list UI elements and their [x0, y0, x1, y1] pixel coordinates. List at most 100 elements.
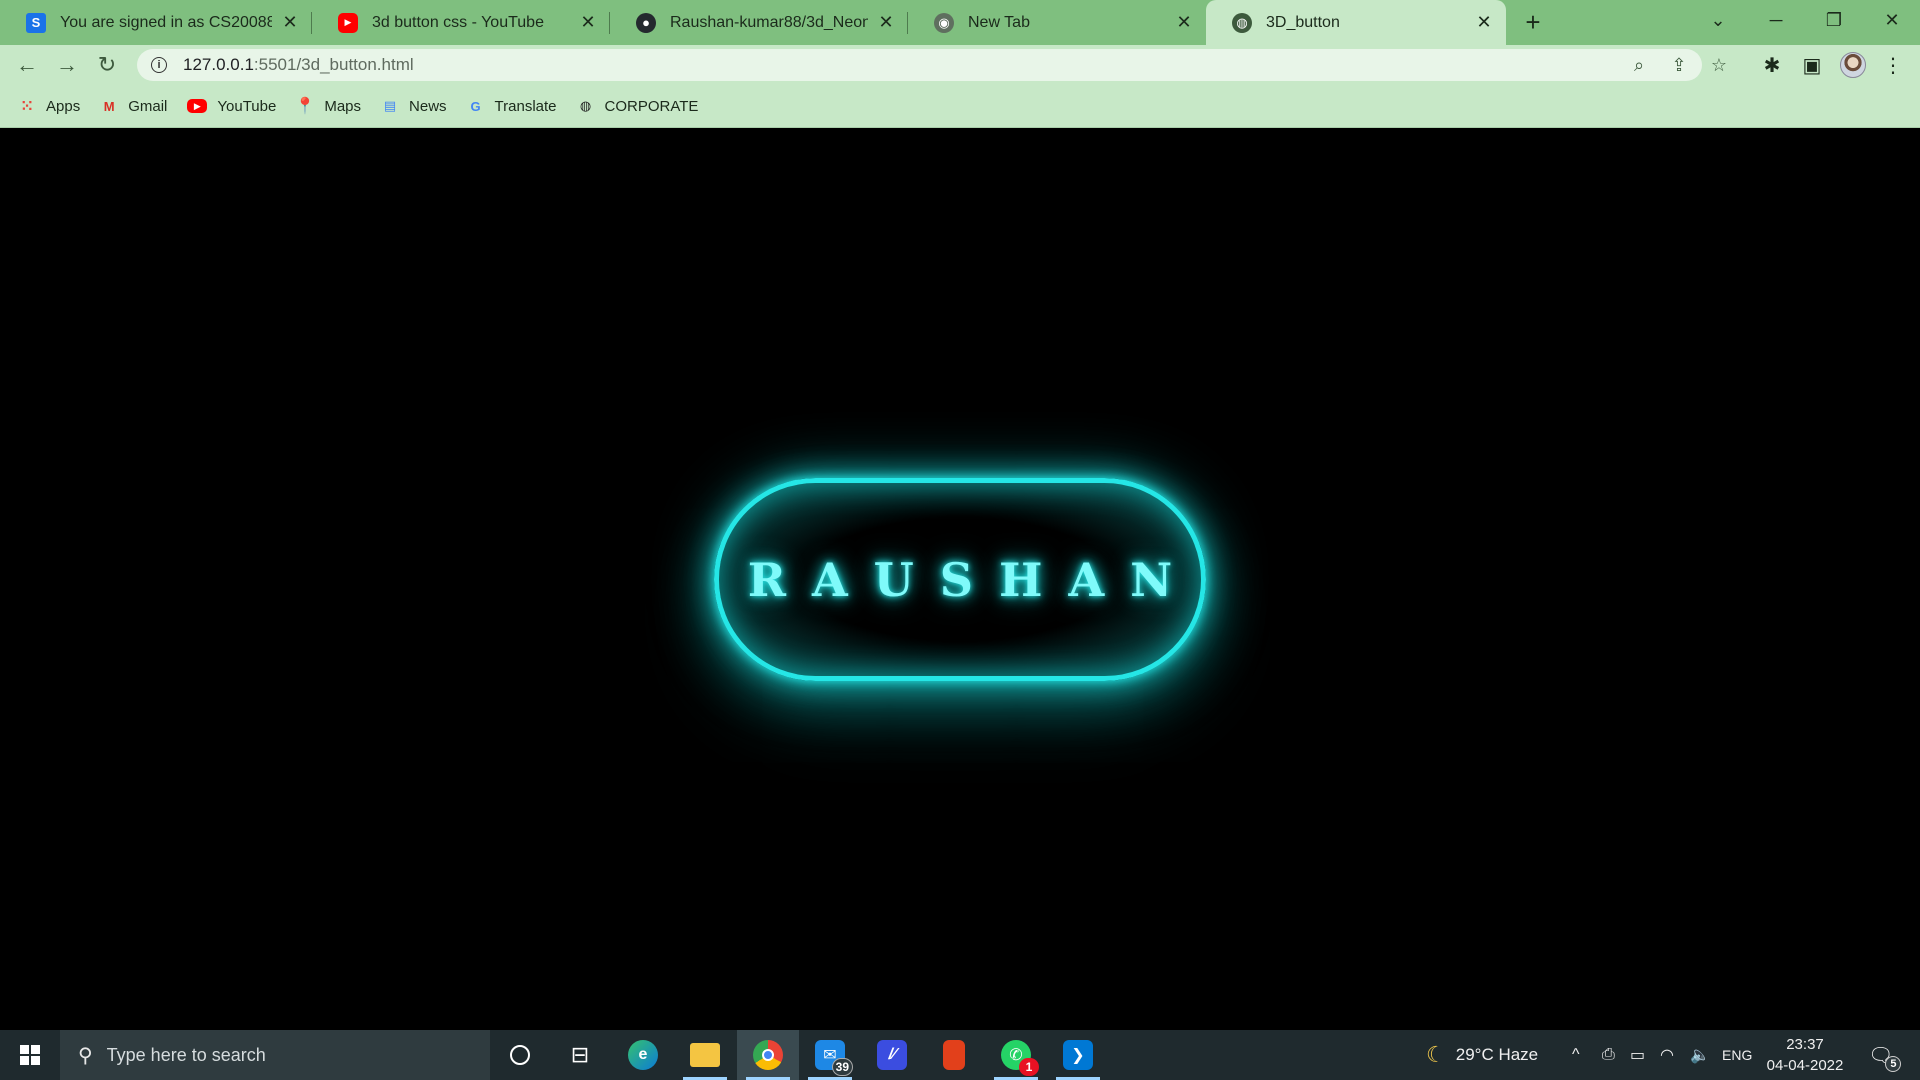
tab-title: Raushan-kumar88/3d_NeonButton: [670, 13, 868, 31]
menu-kebab-icon[interactable]: ⋮: [1878, 50, 1908, 80]
search-icon: ⚲: [78, 1044, 93, 1067]
youtube-icon: ▶: [187, 99, 208, 113]
taskbar-whatsapp[interactable]: ✆ 1: [985, 1030, 1047, 1080]
tab-search-chevron-icon[interactable]: ⌄: [1690, 0, 1746, 40]
cortana-button[interactable]: [489, 1030, 551, 1080]
cortana-circle-icon: [510, 1045, 530, 1065]
bookmark-news[interactable]: ▤ News: [381, 97, 447, 115]
profile-avatar[interactable]: [1838, 50, 1868, 80]
close-window-button[interactable]: ✕: [1864, 0, 1920, 40]
vscode-icon: ❯: [1063, 1040, 1093, 1070]
zoom-icon[interactable]: ⌕: [1627, 53, 1651, 77]
taskbar-vscode[interactable]: ❯: [1047, 1030, 1109, 1080]
edge-icon: e: [628, 1040, 658, 1070]
moon-haze-icon: ☾: [1426, 1042, 1446, 1067]
weather-text: 29°C Haze: [1455, 1045, 1539, 1064]
windows-logo-icon: [20, 1045, 40, 1065]
tray-network[interactable]: ◠: [1660, 1030, 1674, 1080]
url-path: :5501/3d_button.html: [253, 55, 414, 74]
tab-signed-in[interactable]: S You are signed in as CS20088 ✕: [0, 0, 312, 45]
chrome-icon: ◉: [934, 12, 954, 33]
bookmarks-bar: ⁙ Apps M Gmail ▶ YouTube 📍 Maps ▤ News G…: [0, 85, 1920, 128]
tab-title: New Tab: [968, 13, 1030, 31]
task-view-button[interactable]: ⊟: [549, 1030, 611, 1080]
back-button[interactable]: ←: [12, 50, 42, 80]
close-icon[interactable]: ✕: [1474, 12, 1494, 33]
weather-widget[interactable]: ☾ 29°C Haze: [1426, 1030, 1538, 1080]
taskbar-math-app[interactable]: /∕: [861, 1030, 923, 1080]
search-placeholder: Type here to search: [106, 1044, 266, 1065]
close-icon[interactable]: ✕: [876, 12, 896, 33]
neon-3d-button[interactable]: RAUSHAN: [714, 478, 1206, 681]
translate-icon: G: [470, 98, 481, 114]
bookmark-gmail[interactable]: M Gmail: [100, 97, 168, 115]
tab-new-tab[interactable]: ◉ New Tab ✕: [908, 0, 1206, 45]
bookmark-corporate[interactable]: ◍ CORPORATE: [577, 97, 699, 115]
tab-3d-button[interactable]: ◍ 3D_button ✕: [1206, 0, 1506, 45]
extensions-puzzle-icon[interactable]: ✱: [1757, 50, 1787, 80]
tray-device-icon[interactable]: ⎙: [1602, 1030, 1615, 1080]
taskbar-office[interactable]: [923, 1030, 985, 1080]
globe-icon: ◍: [1232, 12, 1252, 33]
wifi-icon: ◠: [1660, 1047, 1674, 1064]
restore-button[interactable]: ❐: [1806, 0, 1862, 40]
speaker-icon: 🔈: [1690, 1047, 1710, 1064]
clock[interactable]: 23:37 04-04-2022: [1760, 1034, 1850, 1076]
chrome-icon: [753, 1040, 783, 1070]
browser-toolbar: ← → ↻ i 127.0.0.1:5501/3d_button.html ⌕ …: [0, 45, 1920, 85]
notifications-badge: 5: [1885, 1055, 1902, 1072]
apps-grid-icon: ⁙: [20, 98, 34, 115]
notifications-icon: 🗨 5: [1868, 1043, 1902, 1072]
share-icon[interactable]: ⇪: [1667, 53, 1691, 77]
globe-icon: ◍: [579, 98, 592, 113]
show-hidden-icons[interactable]: ^: [1572, 1030, 1580, 1080]
close-icon[interactable]: ✕: [1174, 12, 1194, 33]
url-host: 127.0.0.1: [183, 55, 254, 74]
site-info-icon[interactable]: i: [151, 57, 167, 73]
tab-title: You are signed in as CS20088: [60, 13, 272, 31]
news-icon: ▤: [383, 98, 397, 113]
page-viewport: RAUSHAN: [0, 128, 1920, 1030]
tab-youtube[interactable]: ▶ 3d button css - YouTube ✕: [312, 0, 610, 45]
bookmark-maps[interactable]: 📍 Maps: [295, 97, 361, 116]
whatsapp-icon: ✆ 1: [1001, 1040, 1039, 1076]
usb-icon: ⎙: [1602, 1046, 1615, 1063]
bookmark-youtube[interactable]: ▶ YouTube: [187, 98, 276, 115]
avatar: [1840, 52, 1866, 78]
youtube-icon: ▶: [338, 12, 358, 33]
whatsapp-badge: 1: [1019, 1058, 1039, 1076]
bookmark-apps[interactable]: ⁙ Apps: [18, 97, 81, 116]
gmail-icon: M: [103, 98, 115, 114]
clock-time: 23:37: [1786, 1036, 1824, 1053]
minimize-button[interactable]: ─: [1748, 0, 1804, 40]
close-icon[interactable]: ✕: [578, 12, 598, 33]
new-tab-button[interactable]: +: [1518, 7, 1548, 37]
tab-github[interactable]: ● Raushan-kumar88/3d_NeonButton ✕: [610, 0, 908, 45]
taskbar-file-explorer[interactable]: [674, 1030, 736, 1080]
tray-battery[interactable]: ▭: [1630, 1030, 1645, 1080]
taskbar-mail[interactable]: ✉ 39: [799, 1030, 861, 1080]
bookmark-star-icon[interactable]: ☆: [1707, 53, 1731, 77]
language-indicator[interactable]: ENG: [1722, 1030, 1752, 1080]
reload-button[interactable]: ↻: [92, 50, 122, 80]
action-center-button[interactable]: 🗨 5: [1868, 1030, 1902, 1080]
tab-strip: S You are signed in as CS20088 ✕ ▶ 3d bu…: [0, 0, 1920, 45]
tray-volume[interactable]: 🔈: [1690, 1030, 1710, 1080]
clock-date: 04-04-2022: [1766, 1057, 1844, 1074]
maps-pin-icon: 📍: [295, 98, 316, 115]
start-button[interactable]: [0, 1030, 60, 1080]
folder-icon: [690, 1043, 720, 1067]
taskbar-search-box[interactable]: ⚲ Type here to search: [60, 1030, 490, 1080]
math-app-icon: /∕: [877, 1040, 907, 1070]
forward-button[interactable]: →: [52, 50, 82, 80]
s-letter-icon: S: [26, 12, 46, 33]
windows-taskbar: ⚲ Type here to search ⊟ e ✉ 39 /∕ ✆ 1 ❯ ☾ …: [0, 1030, 1920, 1080]
neon-button-label: RAUSHAN: [747, 552, 1199, 607]
taskbar-chrome[interactable]: [737, 1030, 799, 1080]
github-icon: ●: [636, 12, 656, 33]
taskbar-edge[interactable]: e: [612, 1030, 674, 1080]
address-bar[interactable]: i 127.0.0.1:5501/3d_button.html ⌕ ⇪ ☆: [137, 49, 1727, 81]
side-panel-icon[interactable]: ▣: [1797, 50, 1827, 80]
close-icon[interactable]: ✕: [280, 12, 300, 33]
bookmark-translate[interactable]: G Translate: [467, 97, 556, 115]
